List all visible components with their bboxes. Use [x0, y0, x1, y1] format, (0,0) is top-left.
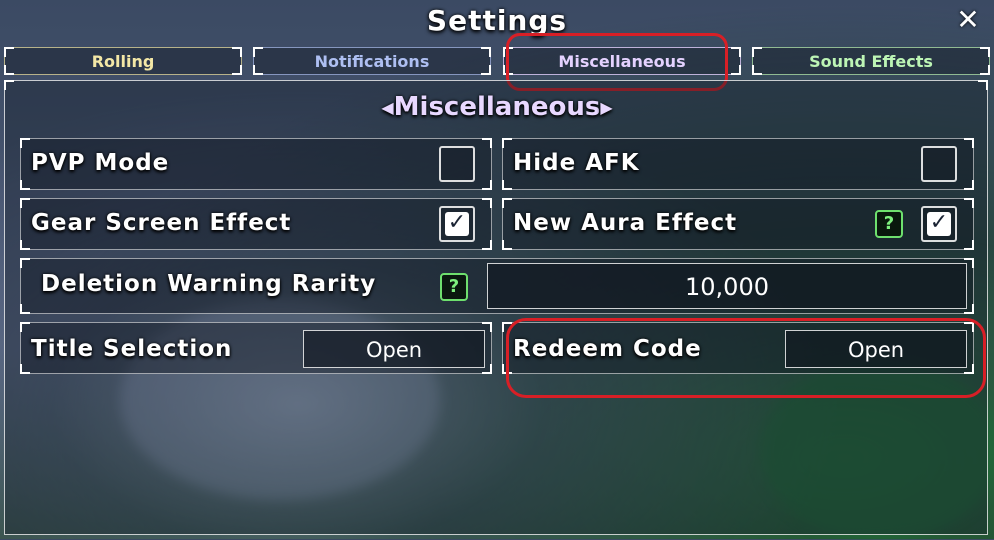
- next-section-arrow-icon[interactable]: ▶: [600, 98, 612, 117]
- new-aura-effect-row: New Aura Effect ? ✓: [502, 198, 974, 250]
- title-selection-label: Title Selection: [31, 336, 233, 362]
- checkmark-icon: ✓: [447, 210, 467, 235]
- tab-notifications[interactable]: Notifications: [253, 47, 491, 75]
- rarity-value: 10,000: [685, 273, 769, 301]
- settings-window-title: Settings: [426, 4, 568, 37]
- hide-afk-checkbox[interactable]: [921, 146, 957, 182]
- title-selection-open-button[interactable]: Open: [303, 330, 485, 368]
- title-selection-row: Title Selection Open: [20, 322, 492, 374]
- deletion-warning-rarity-label: Deletion Warning Rarity: [41, 271, 377, 297]
- open-button-label: Open: [365, 338, 423, 362]
- tab-label: Sound Effects: [809, 52, 933, 71]
- deletion-warning-help-icon[interactable]: ?: [440, 273, 468, 301]
- tab-sound-effects[interactable]: Sound Effects: [752, 47, 990, 75]
- redeem-code-label: Redeem Code: [513, 336, 702, 362]
- tab-label: Rolling: [91, 52, 155, 71]
- new-aura-effect-label: New Aura Effect: [513, 210, 738, 236]
- hide-afk-label: Hide AFK: [513, 150, 640, 176]
- pvp-mode-checkbox[interactable]: [439, 146, 475, 182]
- section-title: Miscellaneous: [393, 92, 601, 122]
- gear-screen-effect-checkbox[interactable]: ✓: [439, 206, 475, 242]
- redeem-code-row: Redeem Code Open: [502, 322, 974, 374]
- tab-rolling[interactable]: Rolling: [4, 47, 242, 75]
- close-icon[interactable]: ✕: [954, 6, 982, 34]
- open-button-label: Open: [847, 338, 905, 362]
- new-aura-effect-checkbox[interactable]: ✓: [921, 206, 957, 242]
- prev-section-arrow-icon[interactable]: ◀: [381, 98, 393, 117]
- checkmark-icon: ✓: [929, 210, 949, 235]
- redeem-code-open-button[interactable]: Open: [785, 330, 967, 368]
- hide-afk-row: Hide AFK: [502, 138, 974, 190]
- deletion-warning-rarity-row: Deletion Warning Rarity ? 10,000: [20, 258, 974, 314]
- tab-label: Notifications: [314, 52, 430, 71]
- new-aura-help-icon[interactable]: ?: [875, 210, 903, 238]
- tab-miscellaneous[interactable]: Miscellaneous: [503, 47, 741, 75]
- gear-screen-effect-row: Gear Screen Effect ✓: [20, 198, 492, 250]
- pvp-mode-row: PVP Mode: [20, 138, 492, 190]
- tab-label: Miscellaneous: [558, 52, 686, 71]
- pvp-mode-label: PVP Mode: [31, 150, 170, 176]
- section-header: ◀Miscellaneous▶: [0, 92, 994, 122]
- deletion-warning-rarity-input[interactable]: 10,000: [487, 263, 967, 309]
- gear-screen-effect-label: Gear Screen Effect: [31, 210, 292, 236]
